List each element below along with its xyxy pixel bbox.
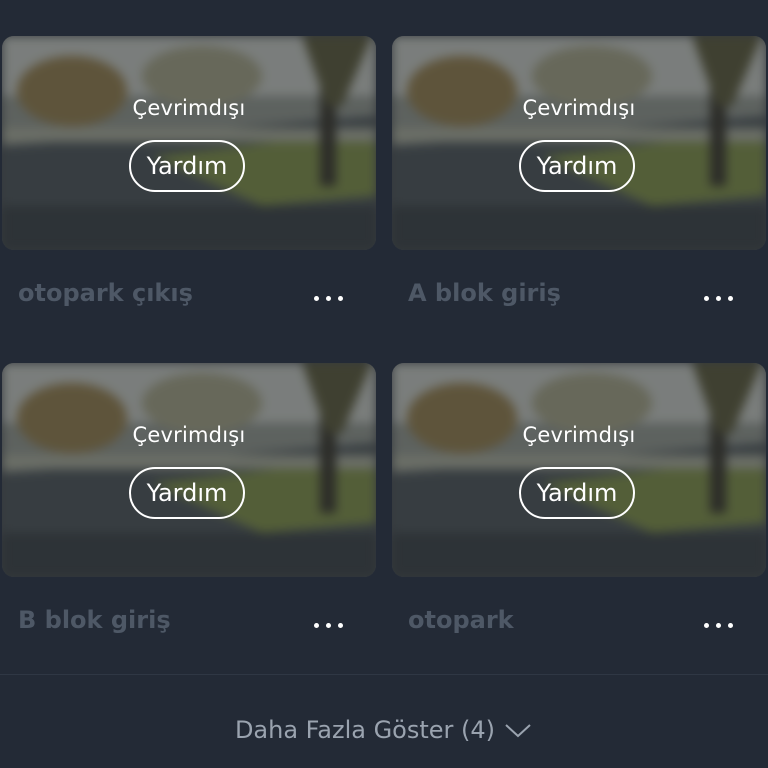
help-button[interactable]: Yardım [129, 467, 245, 519]
dot [313, 295, 319, 301]
help-button[interactable]: Yardım [129, 140, 245, 192]
offline-status-label: Çevrimdışı [132, 423, 246, 447]
show-more-button[interactable]: Daha Fazla Göster (4) [0, 700, 768, 760]
camera-card: Çevrimdışı Yardım A blok giriş [392, 36, 766, 336]
dot [715, 622, 721, 628]
dot [337, 622, 343, 628]
chevron-down-icon [505, 724, 531, 738]
device-list-screen: Çevrimdışı Yardım otopark çıkış Çevrimdı… [0, 0, 768, 768]
camera-name: otopark çıkış [18, 279, 193, 307]
dot [337, 295, 343, 301]
camera-name: A blok giriş [408, 279, 561, 307]
offline-status-label: Çevrimdışı [132, 96, 246, 120]
camera-card: Çevrimdışı Yardım B blok giriş [2, 363, 376, 663]
camera-thumbnail[interactable]: Çevrimdışı Yardım [392, 36, 766, 250]
more-options-icon[interactable] [692, 282, 744, 314]
more-options-icon[interactable] [302, 609, 354, 641]
dot [703, 622, 709, 628]
camera-thumbnail[interactable]: Çevrimdışı Yardım [2, 363, 376, 577]
camera-card: Çevrimdışı Yardım otopark çıkış [2, 36, 376, 336]
camera-name: otopark [408, 606, 514, 634]
offline-status-label: Çevrimdışı [522, 96, 636, 120]
help-button[interactable]: Yardım [519, 140, 635, 192]
camera-card: Çevrimdışı Yardım otopark [392, 363, 766, 663]
camera-thumbnail[interactable]: Çevrimdışı Yardım [392, 363, 766, 577]
dot [727, 622, 733, 628]
dot [727, 295, 733, 301]
more-options-icon[interactable] [302, 282, 354, 314]
camera-name: B blok giriş [18, 606, 171, 634]
dot [325, 622, 331, 628]
dot [313, 622, 319, 628]
more-options-icon[interactable] [692, 609, 744, 641]
camera-grid: Çevrimdışı Yardım otopark çıkış Çevrimdı… [0, 0, 768, 660]
dot [325, 295, 331, 301]
show-more-label: Daha Fazla Göster (4) [234, 716, 496, 744]
offline-status-label: Çevrimdışı [522, 423, 636, 447]
divider [0, 674, 768, 675]
dot [703, 295, 709, 301]
camera-thumbnail[interactable]: Çevrimdışı Yardım [2, 36, 376, 250]
help-button[interactable]: Yardım [519, 467, 635, 519]
dot [715, 295, 721, 301]
